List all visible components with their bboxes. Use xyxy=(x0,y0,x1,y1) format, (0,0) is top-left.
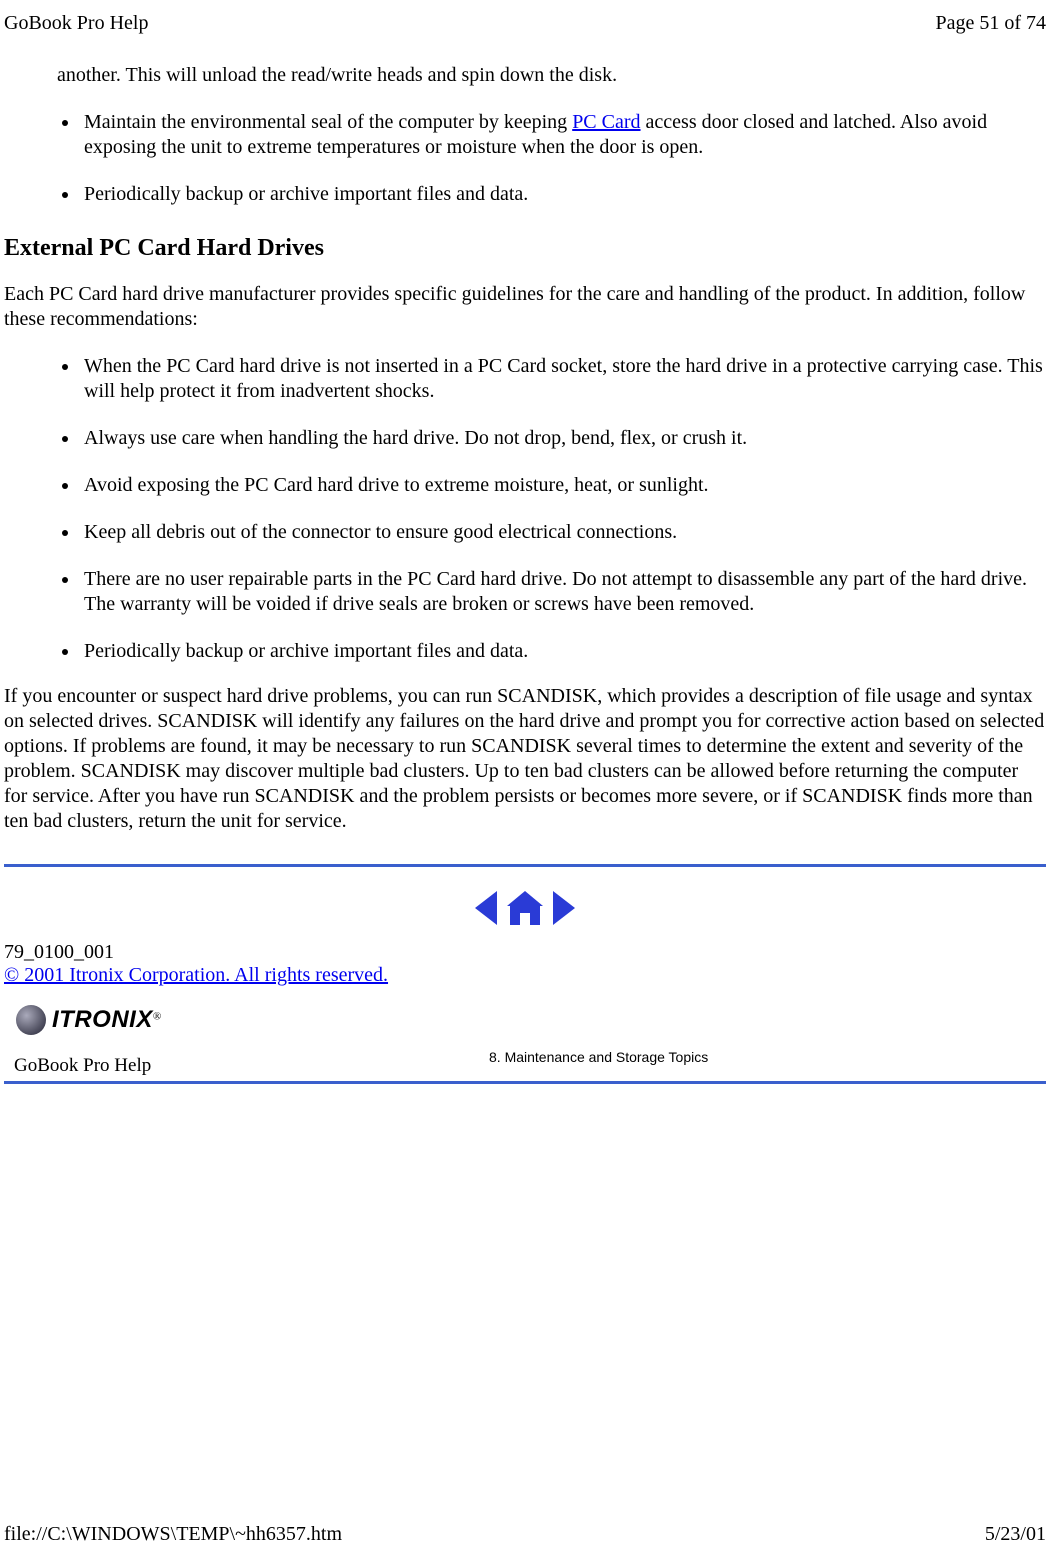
footer-topic: 8. Maintenance and Storage Topics xyxy=(151,1049,1046,1077)
divider xyxy=(4,1081,1046,1084)
top-bullet-list: Maintain the environmental seal of the c… xyxy=(57,110,1046,207)
list-item: Always use care when handling the hard d… xyxy=(80,426,1046,451)
footer-path: file://C:\WINDOWS\TEMP\~hh6357.htm xyxy=(4,1523,342,1546)
bullet-text: Periodically backup or archive important… xyxy=(84,183,528,205)
nav-bar xyxy=(4,889,1046,927)
page-footer: file://C:\WINDOWS\TEMP\~hh6357.htm 5/23/… xyxy=(4,1523,1046,1546)
list-item: Maintain the environmental seal of the c… xyxy=(80,110,1046,160)
nav-home-icon[interactable] xyxy=(504,896,551,918)
list-item: Avoid exposing the PC Card hard drive to… xyxy=(80,473,1046,498)
footer-date: 5/23/01 xyxy=(985,1523,1046,1546)
section-heading: External PC Card Hard Drives xyxy=(4,235,1046,262)
continued-paragraph: another. This will unload the read/write… xyxy=(57,63,1046,88)
pc-card-link[interactable]: PC Card xyxy=(572,111,640,133)
list-item: Keep all debris out of the connector to … xyxy=(80,520,1046,545)
list-item: When the PC Card hard drive is not inser… xyxy=(80,354,1046,404)
logo-text: ITRONIX® xyxy=(52,1006,161,1034)
main-content: another. This will unload the read/write… xyxy=(0,63,1050,1084)
section-footer: ITRONIX® GoBook Pro Help 8. Maintenance … xyxy=(4,1005,1046,1084)
page-header: GoBook Pro Help Page 51 of 74 xyxy=(0,0,1050,35)
header-page-info: Page 51 of 74 xyxy=(935,12,1046,35)
copyright-link[interactable]: © 2001 Itronix Corporation. All rights r… xyxy=(4,964,388,986)
doc-id: 79_0100_001 xyxy=(4,941,1046,964)
nav-next-icon[interactable] xyxy=(551,896,577,918)
bullet-text-pre: Maintain the environmental seal of the c… xyxy=(84,111,572,133)
nav-prev-icon[interactable] xyxy=(473,896,504,918)
main-bullet-list: When the PC Card hard drive is not inser… xyxy=(57,354,1046,664)
divider xyxy=(4,864,1046,867)
globe-icon xyxy=(16,1005,46,1035)
footer-help-label: GoBook Pro Help xyxy=(14,1055,151,1077)
header-title: GoBook Pro Help xyxy=(4,12,148,35)
list-item: Periodically backup or archive important… xyxy=(80,182,1046,207)
intro-paragraph: Each PC Card hard drive manufacturer pro… xyxy=(4,282,1046,332)
list-item: There are no user repairable parts in th… xyxy=(80,567,1046,617)
scandisk-paragraph: If you encounter or suspect hard drive p… xyxy=(4,684,1046,834)
list-item: Periodically backup or archive important… xyxy=(80,639,1046,664)
itronix-logo: ITRONIX® xyxy=(16,1005,1046,1035)
